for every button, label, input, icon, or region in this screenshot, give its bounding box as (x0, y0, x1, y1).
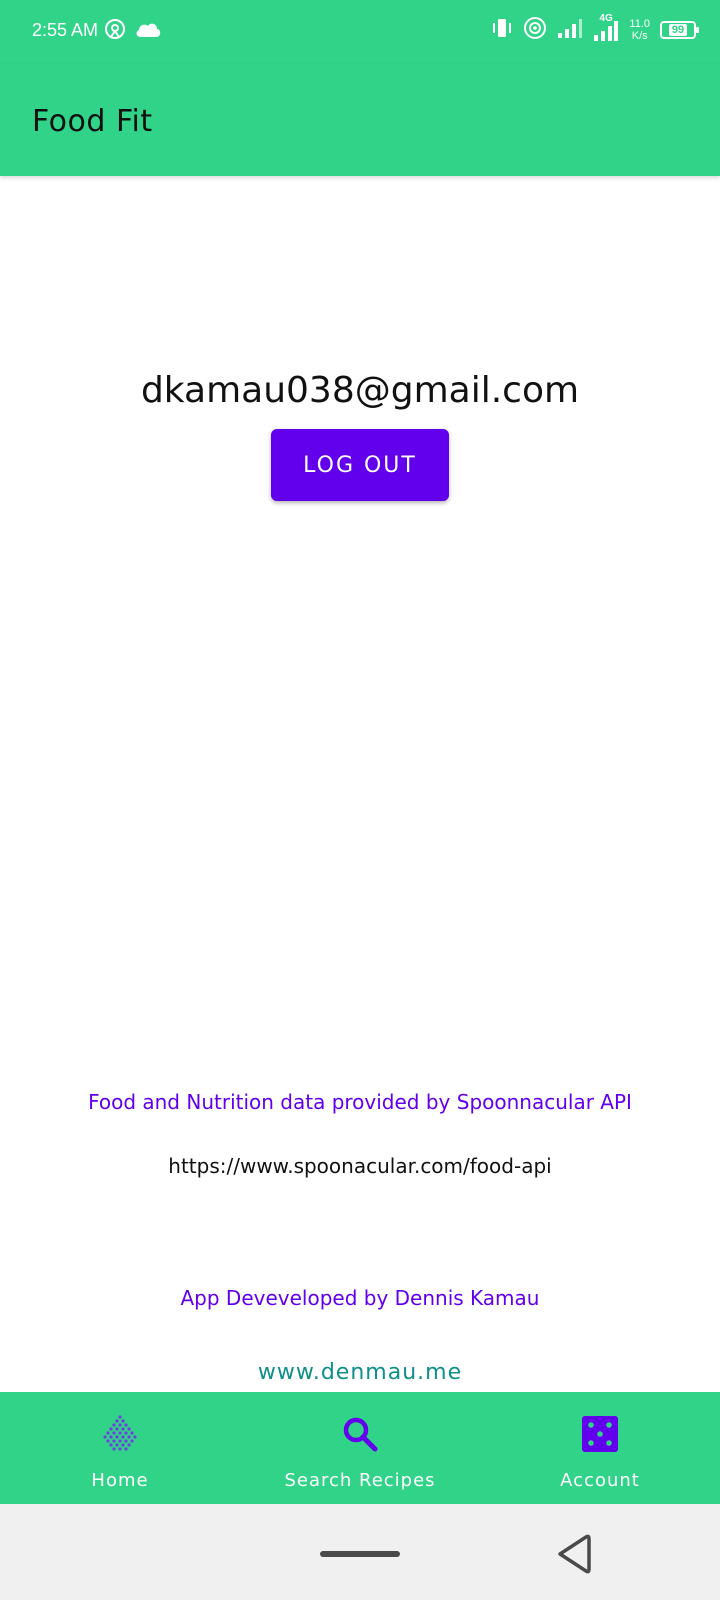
app-bar: Food Fit (0, 64, 720, 176)
net-speed-unit: K/s (631, 30, 648, 42)
signal-icon (557, 17, 583, 43)
battery-icon: 99 (660, 21, 699, 39)
home-pill[interactable] (320, 1551, 400, 1557)
status-bar: 2:55 AM 4G 11.0 K/s 99 (0, 0, 720, 64)
nav-label-home: Home (91, 1470, 149, 1491)
net-speed: 11.0 K/s (629, 18, 650, 42)
logout-button[interactable]: LOG OUT (271, 429, 449, 501)
back-icon[interactable] (554, 1532, 594, 1576)
nav-label-search-recipes: Search Recipes (284, 1470, 436, 1491)
nav-item-home[interactable]: Home (0, 1392, 240, 1504)
app-title: Food Fit (32, 104, 153, 139)
status-time: 2:55 AM (32, 20, 99, 40)
data-credit-text: Food and Nutrition data provided by Spoo… (88, 1090, 632, 1114)
status-right-icons: 4G 11.0 K/s 99 (491, 13, 699, 44)
net-speed-value: 11.0 (629, 18, 650, 30)
wifi-icon (523, 16, 547, 44)
vibrate-icon (491, 17, 513, 43)
signal-4g-icon: 4G (593, 13, 619, 43)
dice-icon (580, 1414, 620, 1454)
dots-icon (100, 1414, 140, 1454)
user-email: dkamau038@gmail.com (140, 370, 580, 411)
website-link[interactable]: www.denmau.me (0, 1360, 720, 1385)
api-url-link[interactable]: https://www.spoonacular.com/food-api (0, 1154, 720, 1178)
search-icon (340, 1414, 380, 1454)
bottom-nav: Home Search Recipes Account (0, 1392, 720, 1504)
system-nav-bar (0, 1504, 720, 1600)
nav-label-account: Account (560, 1470, 640, 1491)
hotspot-icon (104, 18, 126, 44)
nav-item-account[interactable]: Account (480, 1392, 720, 1504)
cloud-icon (134, 20, 162, 42)
battery-level: 99 (668, 24, 688, 36)
developer-credit-text: App Deveveloped by Dennis Kamau (180, 1286, 540, 1310)
status-left-icons (104, 18, 162, 44)
nav-item-search-recipes[interactable]: Search Recipes (240, 1392, 480, 1504)
